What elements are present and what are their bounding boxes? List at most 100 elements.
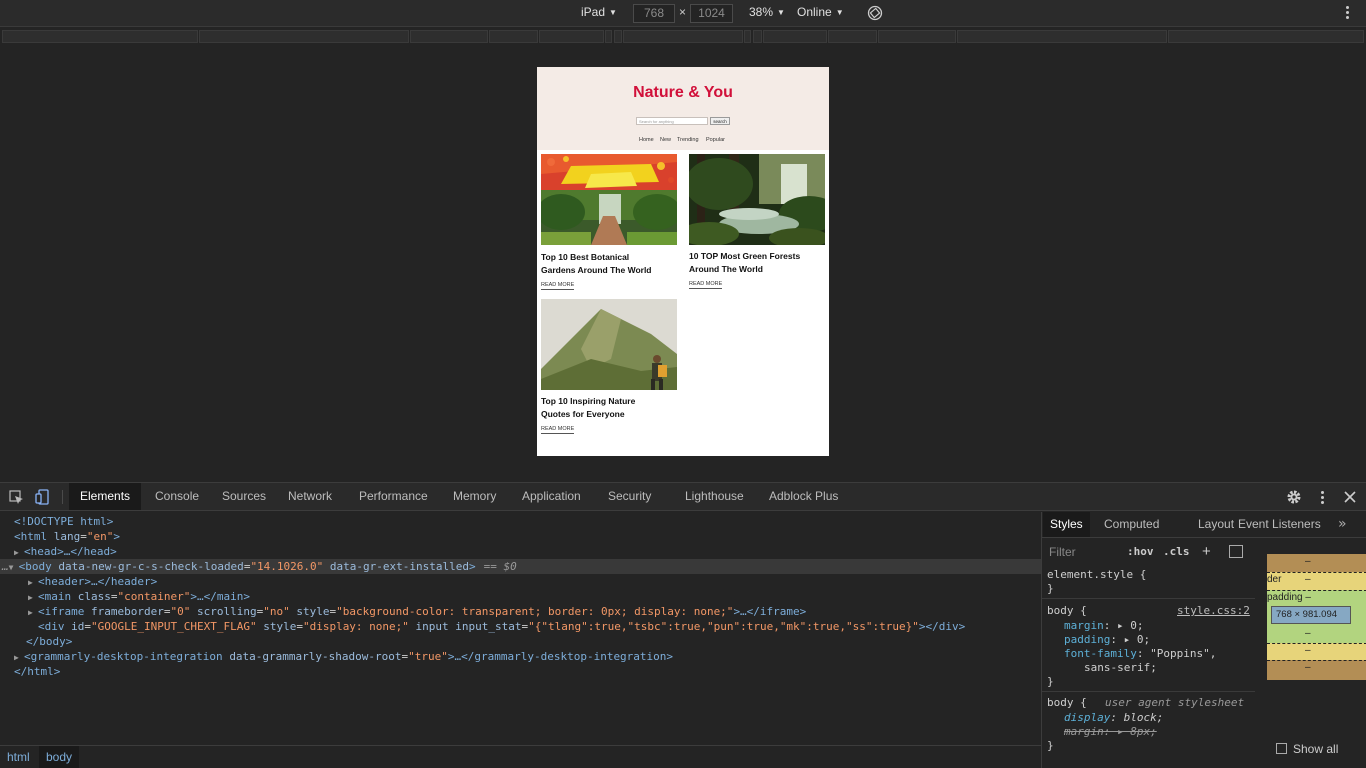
class-toggle[interactable]: .cls [1163, 545, 1190, 558]
dom-node[interactable]: ▶ <head>…</head> [0, 544, 1041, 559]
expand-triangle-icon[interactable]: ▶ [28, 605, 38, 620]
media-query-segment[interactable] [957, 30, 1167, 43]
tag-close: ></div> [918, 620, 966, 633]
media-query-segment[interactable] [763, 30, 827, 43]
show-all-checkbox[interactable]: Show all [1276, 742, 1338, 756]
tab-application[interactable]: Application [511, 483, 592, 510]
css-property: margin [1064, 619, 1104, 632]
search-button[interactable]: search [710, 117, 730, 125]
dom-node[interactable]: <div id="GOOGLE_INPUT_CHEXT_FLAG" style=… [0, 619, 1041, 634]
rule-selector[interactable]: element.style { [1047, 568, 1146, 582]
media-query-segment[interactable] [410, 30, 488, 43]
nav-link-popular[interactable]: Popular [706, 137, 725, 143]
tab-event-listeners[interactable]: Event Listeners [1231, 512, 1328, 537]
css-declaration[interactable]: display: block; [1064, 711, 1163, 725]
network-throttle-select[interactable]: Online ▼ [797, 5, 844, 19]
plus-icon[interactable]: + [1202, 543, 1211, 560]
tab-console[interactable]: Console [144, 483, 210, 510]
rule-selector[interactable]: body { [1047, 696, 1087, 710]
card-title-line: Around The World [689, 264, 763, 274]
tab-memory[interactable]: Memory [442, 483, 507, 510]
tab-network[interactable]: Network [277, 483, 343, 510]
hover-state-toggle[interactable]: :hov [1127, 545, 1154, 558]
tab-performance[interactable]: Performance [348, 483, 439, 510]
dom-node[interactable]: ▶ <main class="container">…</main> [0, 589, 1041, 604]
viewport-height-input[interactable]: 1024 [690, 4, 733, 23]
media-query-segment[interactable] [614, 30, 622, 43]
media-query-segment[interactable] [744, 30, 751, 43]
read-more-link[interactable]: READ MORE [541, 426, 575, 434]
media-query-segment[interactable] [878, 30, 956, 43]
expand-triangle-icon[interactable]: ▶ [14, 545, 24, 560]
expand-triangle-icon[interactable]: ▶ [28, 590, 38, 605]
expand-triangle-icon[interactable]: ▶ [14, 650, 24, 665]
tab-styles[interactable]: Styles [1043, 512, 1090, 537]
search-input[interactable]: Search for anything [636, 117, 708, 125]
css-declaration-overridden[interactable]: margin: ▸ 8px; [1064, 725, 1157, 739]
collapse-triangle-icon[interactable]: ▼ [9, 560, 19, 575]
css-declaration[interactable]: font-family: "Poppins", [1064, 647, 1216, 661]
checkbox-icon[interactable] [1276, 743, 1287, 754]
more-options-icon[interactable] [1316, 489, 1328, 505]
expand-triangle-icon[interactable]: ▶ [28, 575, 38, 590]
tab-adblock-plus[interactable]: Adblock Plus [758, 483, 849, 510]
green-forest-image[interactable] [689, 154, 825, 245]
breadcrumb-html[interactable]: html [0, 746, 37, 768]
media-query-segment[interactable] [2, 30, 198, 43]
nav-link-new[interactable]: New [660, 137, 671, 143]
filter-bar: Filter :hov .cls + [1042, 539, 1255, 565]
inspect-element-icon[interactable] [9, 490, 24, 505]
media-query-segment[interactable] [199, 30, 409, 43]
media-query-segment[interactable] [539, 30, 604, 43]
tab-sources[interactable]: Sources [211, 483, 277, 510]
more-options-icon[interactable] [1341, 4, 1353, 22]
css-declaration[interactable]: margin: ▸ 0; [1064, 619, 1144, 633]
attr-value: "display: none;" [302, 620, 409, 633]
media-query-segment[interactable] [1168, 30, 1364, 43]
card-title-line: Quotes for Everyone [541, 409, 625, 419]
card-title[interactable]: Top 10 Inspiring Nature Quotes for Every… [541, 395, 676, 421]
mountain-hiker-image[interactable] [541, 299, 677, 390]
css-declaration[interactable]: padding: ▸ 0; [1064, 633, 1150, 647]
dom-node[interactable]: </body> [0, 634, 1041, 649]
more-tabs-icon[interactable]: » [1338, 516, 1347, 532]
zoom-select[interactable]: 38% ▼ [749, 5, 785, 19]
rotate-icon[interactable] [867, 5, 883, 21]
dom-node[interactable]: ▶ <grammarly-desktop-integration data-gra… [0, 649, 1041, 664]
device-select[interactable]: iPad ▼ [581, 5, 617, 19]
card-title[interactable]: Top 10 Best Botanical Gardens Around The… [541, 251, 676, 277]
viewport-width-input[interactable]: 768 [633, 4, 675, 23]
card-title[interactable]: 10 TOP Most Green Forests Around The Wor… [689, 250, 824, 276]
nav-link-trending[interactable]: Trending [677, 137, 699, 143]
media-query-segment[interactable] [828, 30, 877, 43]
dom-node[interactable]: ▶ <iframe frameborder="0" scrolling="no" … [0, 604, 1041, 619]
sidebar-toggle-icon[interactable] [1229, 545, 1243, 558]
media-query-segment[interactable] [623, 30, 743, 43]
dom-node[interactable]: ▶ <header>…</header> [0, 574, 1041, 589]
tag-open: <div [38, 620, 72, 633]
nav-link-home[interactable]: Home [639, 137, 654, 143]
media-query-segment[interactable] [753, 30, 762, 43]
gear-icon[interactable] [1286, 489, 1302, 505]
attr-value: "en" [86, 530, 114, 543]
device-toggle-icon[interactable] [35, 489, 50, 505]
filter-input[interactable]: Filter [1049, 545, 1076, 559]
media-query-segment[interactable] [605, 30, 612, 43]
dom-node[interactable]: </html> [0, 664, 1041, 679]
tab-lighthouse[interactable]: Lighthouse [674, 483, 755, 510]
close-icon[interactable] [1342, 489, 1358, 505]
rule-selector[interactable]: body { [1047, 604, 1087, 618]
media-query-segment[interactable] [489, 30, 538, 43]
breadcrumb-body[interactable]: body [39, 746, 80, 768]
dom-node[interactable]: <html lang="en"> [0, 529, 1041, 544]
dom-node[interactable]: <!DOCTYPE html> [0, 514, 1041, 529]
dom-node-selected[interactable]: …▼ <body data-new-gr-c-s-check-loaded="14… [0, 559, 1041, 574]
tab-security[interactable]: Security [597, 483, 662, 510]
read-more-link[interactable]: READ MORE [541, 282, 575, 290]
read-more-link[interactable]: READ MORE [689, 281, 723, 289]
tab-elements[interactable]: Elements [69, 483, 142, 510]
tab-computed[interactable]: Computed [1097, 512, 1166, 537]
stylesheet-link[interactable]: style.css:2 [1177, 604, 1250, 618]
css-property: font-family [1064, 647, 1137, 660]
botanical-garden-image[interactable] [541, 154, 677, 245]
